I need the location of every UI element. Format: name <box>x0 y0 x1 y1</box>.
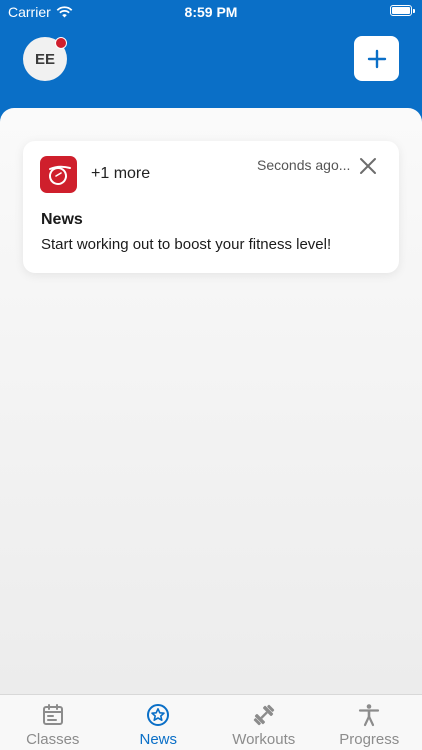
more-notifications-label: +1 more <box>91 165 151 182</box>
tab-label: Progress <box>339 731 400 748</box>
tab-classes[interactable]: Classes <box>0 695 106 750</box>
add-button[interactable] <box>354 36 399 81</box>
person-icon <box>359 704 380 727</box>
notification-title: News <box>41 211 83 228</box>
calendar-icon <box>42 704 63 725</box>
tab-label: News <box>139 731 177 748</box>
notification-timestamp: Seconds ago... <box>257 157 351 173</box>
avatar[interactable]: EE <box>23 37 67 81</box>
tab-workouts[interactable]: Workouts <box>211 695 317 750</box>
star-badge-icon <box>147 704 170 726</box>
close-icon <box>360 158 376 174</box>
tab-progress[interactable]: Progress <box>317 695 422 750</box>
tab-bar: Classes News Workouts Progress <box>0 694 422 750</box>
close-button[interactable] <box>357 155 379 177</box>
battery-fill <box>392 7 410 14</box>
tab-news[interactable]: News <box>106 695 212 750</box>
notification-message: Start working out to boost your fitness … <box>41 236 332 253</box>
avatar-initials: EE <box>34 50 55 68</box>
app-screen: Carrier 8:59 PM EE +1 more Seconds ago..… <box>0 0 422 750</box>
app-logo-icon <box>40 156 77 193</box>
content-sheet: +1 more Seconds ago... News Start workin… <box>0 108 422 695</box>
notification-dot <box>55 37 67 49</box>
dumbbell-icon <box>253 704 274 726</box>
tab-label: Classes <box>26 731 80 748</box>
plus-icon <box>367 49 386 68</box>
tab-label: Workouts <box>232 731 296 748</box>
status-time: 8:59 PM <box>184 4 238 20</box>
battery-icon <box>390 5 415 16</box>
status-bar: Carrier 8:59 PM <box>0 0 422 24</box>
notification-card[interactable]: +1 more Seconds ago... News Start workin… <box>23 141 399 273</box>
